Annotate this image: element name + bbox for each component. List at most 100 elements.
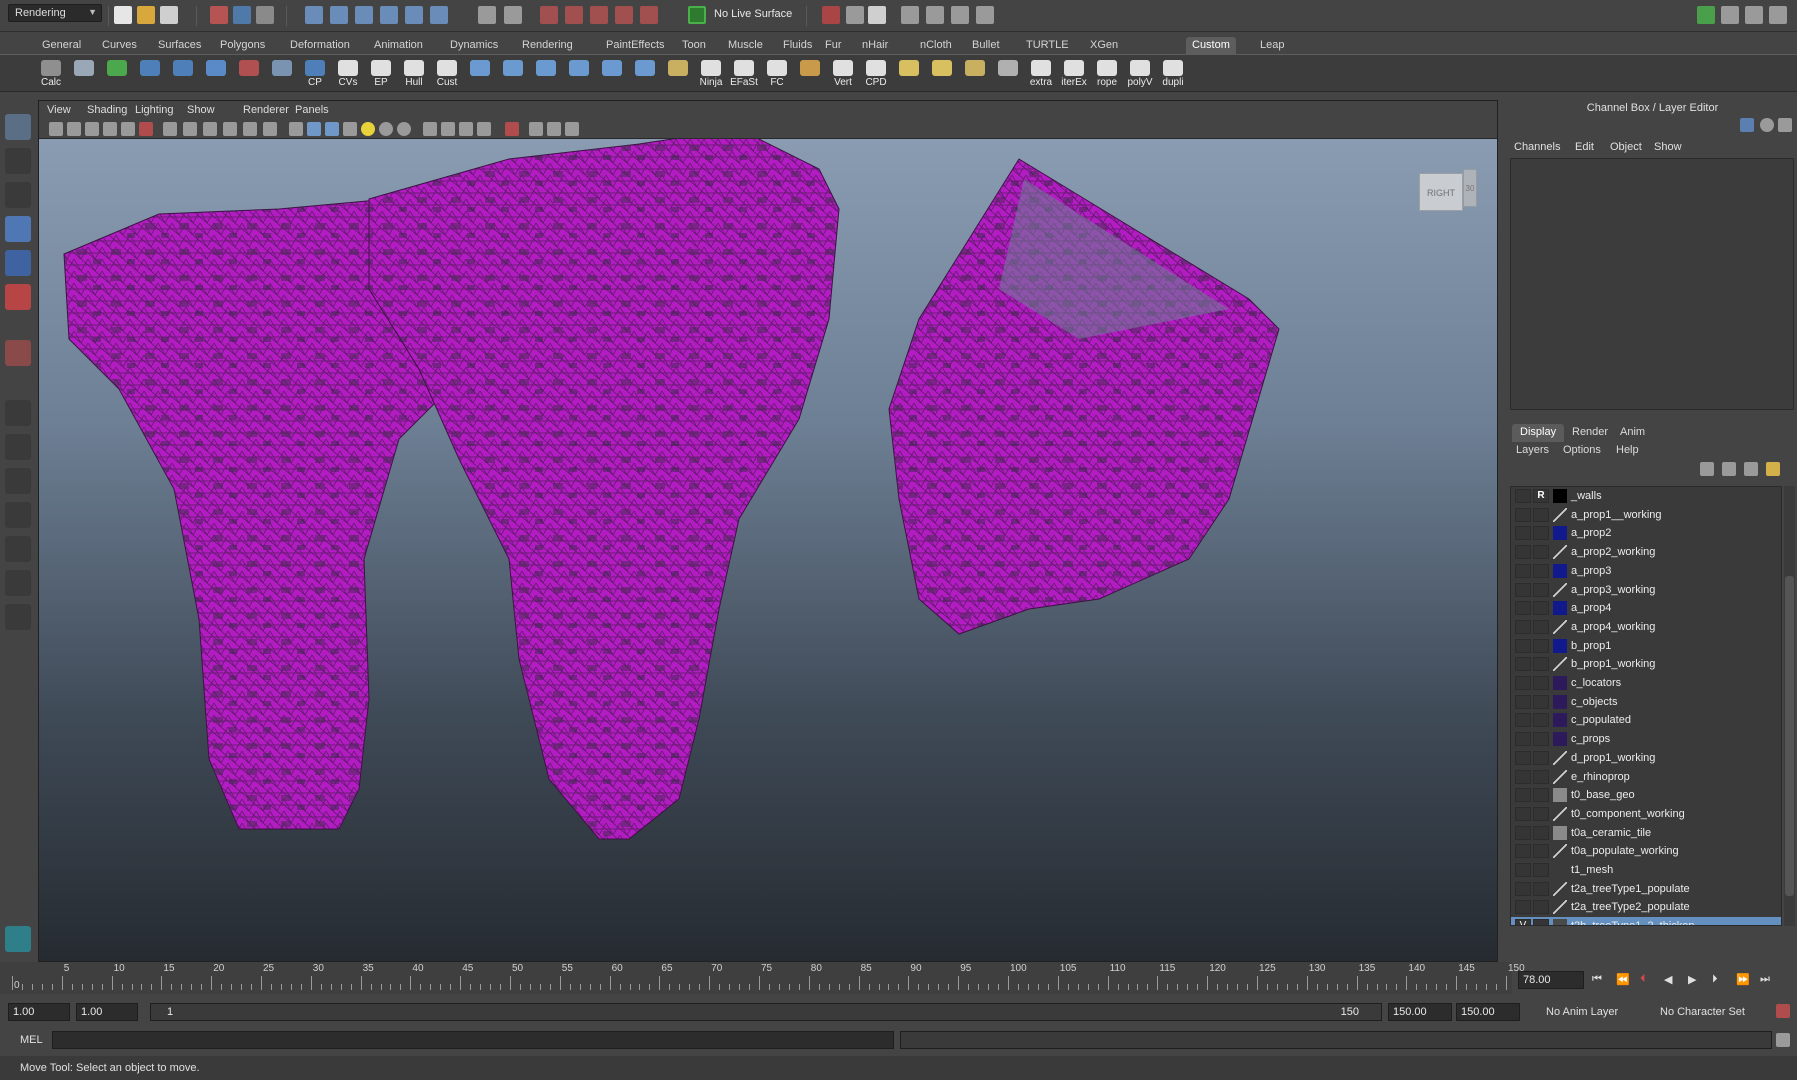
wireframe-icon[interactable] [289,122,303,136]
layer-reference-toggle[interactable] [1533,526,1549,541]
field-chart-icon[interactable] [243,122,257,136]
shelf-button-icon[interactable] [531,58,561,90]
layer-visibility-toggle[interactable] [1515,507,1531,522]
shelf-button-icon[interactable] [597,58,627,90]
show-attribute-editor-icon[interactable] [1721,6,1739,24]
layer-row[interactable]: t0a_ceramic_tile [1511,824,1781,842]
step-forward-frame-icon[interactable]: ⏩ [1736,973,1750,986]
layer-row[interactable]: R _walls [1511,487,1781,505]
script-editor-icon[interactable] [868,6,886,24]
layer-row[interactable]: t2a_treeType1_populate [1511,880,1781,898]
use-all-lights-icon[interactable] [361,122,375,136]
hud-icon[interactable] [505,122,519,136]
layer-color-swatch[interactable] [1553,582,1567,597]
layer-reference-toggle[interactable] [1533,676,1549,690]
command-input[interactable] [52,1031,894,1049]
shelf-button-icon[interactable] [102,58,132,90]
tree-object-middle[interactable] [368,139,840,840]
time-slider[interactable]: 0 5 10 15 20 25 30 35 40 45 50 55 60 65 70 75 80 85 90 95 10… [0,962,1525,994]
layer-row[interactable]: a_prop4 [1511,599,1781,617]
layer-visibility-toggle[interactable] [1515,844,1531,859]
layer-reference-toggle[interactable] [1533,844,1549,859]
two-pane-icon[interactable] [547,122,561,136]
input-line-icon[interactable] [822,6,840,24]
shelf-button-icon[interactable] [201,58,231,90]
animation-start-field[interactable]: 1.00 [8,1003,70,1021]
snap-live-icon[interactable] [405,6,423,24]
layer-visibility-toggle[interactable] [1515,732,1531,747]
move-layer-down-icon[interactable] [1722,462,1736,476]
shelf-tab-rendering[interactable]: Rendering [516,37,579,54]
shelf-tab-muscle[interactable]: Muscle [722,37,769,54]
shelf-button-polyv[interactable]: polyV [1125,58,1155,90]
shelf-button-icon[interactable] [168,58,198,90]
xray-components-icon[interactable] [477,122,491,136]
layer-visibility-toggle[interactable] [1515,526,1531,541]
shelf-button-ep[interactable]: EP [366,58,396,90]
gate-mask-icon[interactable] [223,122,237,136]
attribute-editor-icon[interactable] [926,6,944,24]
animation-end-field[interactable]: 150.00 [1456,1003,1520,1021]
current-frame-field[interactable]: 78.00 [1518,971,1584,989]
range-slider[interactable]: 1 150 [150,1003,1382,1021]
layer-color-swatch[interactable] [1553,563,1567,578]
viewport-menu-lighting[interactable]: Lighting [135,104,174,116]
viewport-menu-show[interactable]: Show [187,104,215,116]
layer-row[interactable]: t0_base_geo [1511,786,1781,804]
cube-object-right[interactable] [888,158,1280,635]
scrollbar-thumb[interactable] [1785,576,1794,896]
shelf-button-icon[interactable] [960,58,990,90]
viewport-menu-view[interactable]: View [47,104,71,116]
ipr-render-icon[interactable] [565,6,583,24]
layer-visibility-toggle[interactable] [1515,881,1531,896]
layer-reference-toggle[interactable] [1533,582,1549,597]
layer-color-swatch[interactable] [1553,788,1567,803]
select-tool-icon[interactable] [5,114,31,140]
layer-reference-toggle[interactable] [1533,788,1549,803]
textured-icon[interactable] [343,122,357,136]
move-tool-icon[interactable] [5,216,31,242]
layer-reference-toggle[interactable] [1533,507,1549,522]
shelf-tab-ncloth[interactable]: nCloth [914,37,958,54]
layer-row[interactable]: a_prop1__working [1511,506,1781,524]
shelf-tab-polygons[interactable]: Polygons [214,37,271,54]
layer-visibility-toggle[interactable] [1515,489,1531,503]
shelf-button-icon[interactable] [135,58,165,90]
layer-row[interactable]: t1_mesh [1511,861,1781,879]
image-plane-icon[interactable] [103,122,117,136]
layer-color-swatch[interactable] [1553,919,1567,925]
shelf-button-icon[interactable] [564,58,594,90]
animation-preferences-icon[interactable] [1776,1004,1790,1018]
channel-box-icon[interactable] [976,6,994,24]
shelf-tab-general[interactable]: General [36,37,87,54]
viewport-menu-shading[interactable]: Shading [87,104,127,116]
shelf-button-rope[interactable]: rope [1092,58,1122,90]
layer-reference-toggle[interactable] [1533,881,1549,896]
snap-grid-icon[interactable] [305,6,323,24]
layer-reference-toggle[interactable] [1533,806,1549,821]
layer-color-swatch[interactable] [1553,825,1567,840]
layer-reference-toggle[interactable] [1533,563,1549,578]
panel-options-icon[interactable] [565,122,579,136]
xray-joints-icon[interactable] [459,122,473,136]
layer-row[interactable]: c_locators [1511,674,1781,692]
layer-reference-toggle[interactable] [1533,638,1549,653]
snap-view-plane-icon[interactable] [380,6,398,24]
layer-visibility-toggle[interactable] [1515,601,1531,616]
shelf-tab-deformation[interactable]: Deformation [284,37,356,54]
layer-visibility-toggle[interactable] [1515,769,1531,784]
shelf-button-fc[interactable]: FC [762,58,792,90]
layer-row[interactable]: t0_component_working [1511,805,1781,823]
shelf-tab-custom[interactable]: Custom [1186,37,1236,54]
shelf-button-icon[interactable] [663,58,693,90]
render-view-icon[interactable] [640,6,658,24]
layer-color-swatch[interactable] [1553,769,1567,784]
layer-visibility-toggle[interactable] [1515,619,1531,634]
channel-box-icon[interactable] [1740,118,1754,132]
layer-visibility-toggle[interactable]: V [1515,919,1531,925]
layer-row[interactable]: t2a_treeType2_populate [1511,898,1781,916]
viewport-menu-panels[interactable]: Panels [295,104,329,116]
layer-row[interactable]: t0a_populate_working [1511,842,1781,860]
render-frame-icon[interactable] [540,6,558,24]
layer-row[interactable]: Vt2b_treeType1_2_thicken [1511,917,1781,925]
